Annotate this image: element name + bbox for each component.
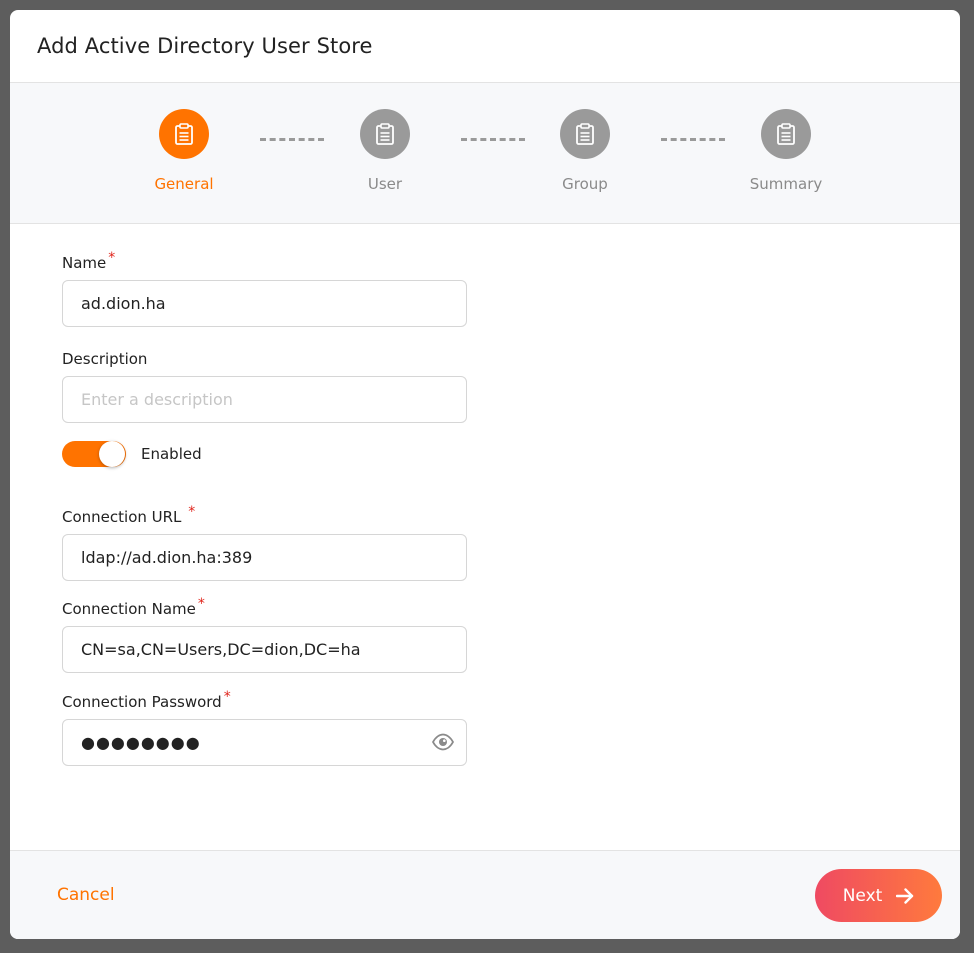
description-label: Description [62,350,148,368]
step-user[interactable]: User [325,109,445,193]
step-circle [360,109,410,159]
general-form: Name* Description Enabled Connection URL… [62,250,467,766]
connection-password-input[interactable]: ●●●●●●●● [62,719,467,766]
dialog-footer: Cancel Next [10,850,960,939]
step-connector [260,138,324,141]
step-label: Summary [749,175,823,193]
description-input[interactable] [63,377,466,422]
clipboard-icon [777,123,795,145]
connection-password-field-group: Connection Password * ●●●●●●●● [62,689,467,766]
step-label: General [154,175,214,193]
required-mark: * [188,504,196,520]
connection-name-label: Connection Name * [62,596,205,618]
password-masked-value: ●●●●●●●● [81,733,201,752]
enabled-toggle[interactable] [62,441,126,467]
name-field-group: Name * [62,250,467,327]
name-input[interactable] [63,281,466,326]
connection-url-field-group: Connection URL * [62,504,467,581]
step-connector [461,138,525,141]
step-circle [761,109,811,159]
description-field-group: Description [62,348,467,423]
step-label: Group [562,175,608,193]
step-connector [661,138,725,141]
connection-url-label: Connection URL * [62,504,196,526]
connection-url-input-wrapper [62,534,467,581]
connection-password-label: Connection Password * [62,689,231,711]
connection-url-input[interactable] [63,535,466,580]
step-general[interactable]: General [124,109,244,193]
next-button[interactable]: Next [815,869,942,922]
cancel-button[interactable]: Cancel [57,885,115,905]
clipboard-icon [376,123,394,145]
connection-name-field-group: Connection Name * [62,596,467,673]
name-input-wrapper [62,280,467,327]
required-mark: * [108,250,116,266]
connection-name-input[interactable] [63,627,466,672]
wizard-stepper: General User Group Summary [10,83,960,224]
step-circle [159,109,209,159]
toggle-knob [99,441,125,467]
name-label: Name * [62,250,116,272]
clipboard-icon [576,123,594,145]
required-mark: * [223,689,231,705]
description-input-wrapper [62,376,467,423]
dialog-title: Add Active Directory User Store [37,34,373,58]
enabled-label: Enabled [141,445,202,463]
step-label: User [367,175,403,193]
step-circle [560,109,610,159]
clipboard-icon [175,123,193,145]
arrow-right-icon [896,887,914,904]
required-mark: * [197,596,205,612]
step-group[interactable]: Group [525,109,645,193]
dialog-header: Add Active Directory User Store [10,10,960,83]
eye-icon[interactable] [432,733,454,751]
enabled-toggle-row: Enabled [62,439,467,469]
step-summary[interactable]: Summary [726,109,846,193]
connection-name-input-wrapper [62,626,467,673]
next-button-label: Next [842,885,883,906]
add-user-store-dialog: Add Active Directory User Store General [10,10,960,939]
